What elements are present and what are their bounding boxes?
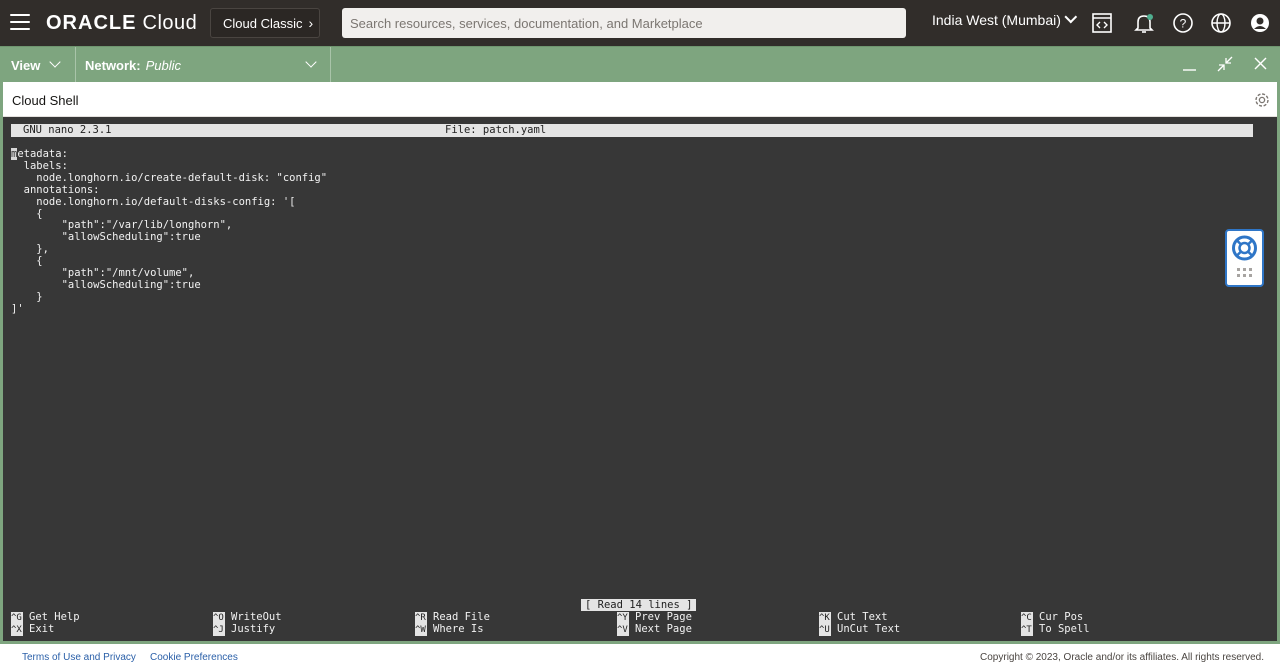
editor-line: ]' [11,302,24,315]
shortcut-item: ^V Next Page [617,623,692,636]
editor-line: "allowScheduling":true [11,231,201,244]
view-menu-button[interactable]: View [0,47,76,83]
copyright-text: Copyright © 2023, Oracle and/or its affi… [980,652,1264,663]
chevron-right-icon: › [308,15,314,31]
editor-content[interactable]: metadata: labels: node.longhorn.io/creat… [11,148,327,316]
editor-line: node.longhorn.io/default-disks-config: '… [11,195,296,208]
shortcut-item: ^R Read File [415,611,490,624]
restore-icon[interactable] [1216,55,1234,73]
cookie-preferences-link[interactable]: Cookie Preferences [150,652,238,663]
terminal[interactable]: GNU nano 2.3.1 File: patch.yaml metadata… [3,117,1277,642]
close-icon[interactable] [1252,55,1270,73]
chevron-down-icon [1064,10,1078,23]
shortcut-item: ^X Exit [11,623,55,636]
shortcut-item: ^G Get Help [11,611,80,624]
oracle-cloud-logo[interactable]: ORACLE Cloud [46,10,197,36]
shortcut-label: Get Help [29,611,80,623]
shortcut-key: ^V [617,624,629,636]
cloud-shell-header: Cloud Shell [3,82,1277,117]
minimize-icon[interactable] [1181,55,1199,73]
shortcut-label: Where Is [433,623,484,635]
shortcut-item: ^K Cut Text [819,611,888,624]
terms-link[interactable]: Terms of Use and Privacy [22,652,136,663]
shortcut-key: ^X [11,624,23,636]
shortcut-key: ^U [819,624,831,636]
shortcut-item: ^T To Spell [1021,623,1090,636]
help-icon[interactable]: ? [1172,12,1194,34]
editor-line: } [11,290,43,303]
panel-title: Cloud Shell [12,93,79,108]
shortcut-label: Cut Text [837,611,888,623]
shortcut-label: Exit [29,623,55,635]
nano-version: GNU nano 2.3.1 [23,124,112,136]
shortcut-label: Prev Page [635,611,692,623]
user-icon[interactable] [1249,12,1271,34]
nano-filename: File: patch.yaml [445,124,547,136]
shortcut-label: Read File [433,611,490,623]
shortcut-label: UnCut Text [837,623,901,635]
code-editor-icon[interactable] [1091,12,1113,34]
page-footer: Terms of Use and Privacy Cookie Preferen… [0,644,1280,667]
chevron-down-icon [49,56,61,68]
shortcut-item: ^C Cur Pos [1021,611,1084,624]
svg-text:?: ? [1180,17,1187,31]
shortcut-key: ^W [415,624,427,636]
shortcut-label: WriteOut [231,611,282,623]
shortcut-item: ^J Justify [213,623,276,636]
shortcut-item: ^Y Prev Page [617,611,692,624]
nano-status-message: [ Read 14 lines ] [581,599,697,611]
bell-icon[interactable] [1133,12,1155,34]
shortcut-label: Justify [231,623,276,635]
network-selector[interactable]: Network: Public [76,47,331,83]
shortcut-item: ^O WriteOut [213,611,282,624]
shortcut-label: Cur Pos [1039,611,1084,623]
cloud-shell-toolbar: View Network: Public [0,46,1280,83]
shortcut-key: ^T [1021,624,1033,636]
help-float-button[interactable] [1225,229,1264,287]
nano-title-bar: GNU nano 2.3.1 File: patch.yaml [11,124,1253,137]
globe-icon[interactable] [1210,12,1232,34]
editor-line: }, [11,243,49,256]
lifebuoy-icon [1232,235,1257,277]
cloud-classic-button[interactable]: Cloud Classic › [210,8,320,38]
chevron-down-icon [305,56,317,68]
editor-line: "allowScheduling":true [11,278,201,291]
shortcut-key: ^J [213,624,225,636]
shortcut-item: ^W Where Is [415,623,484,636]
menu-icon[interactable] [10,14,30,30]
search-input[interactable] [342,8,906,38]
shortcut-label: Next Page [635,623,692,635]
region-selector[interactable]: India West (Mumbai) [932,10,1078,28]
gear-icon[interactable] [1253,91,1271,109]
shortcut-item: ^U UnCut Text [819,623,901,636]
shortcut-label: To Spell [1039,623,1090,635]
top-navigation-bar: ORACLE Cloud Cloud Classic› India West (… [0,0,1280,46]
